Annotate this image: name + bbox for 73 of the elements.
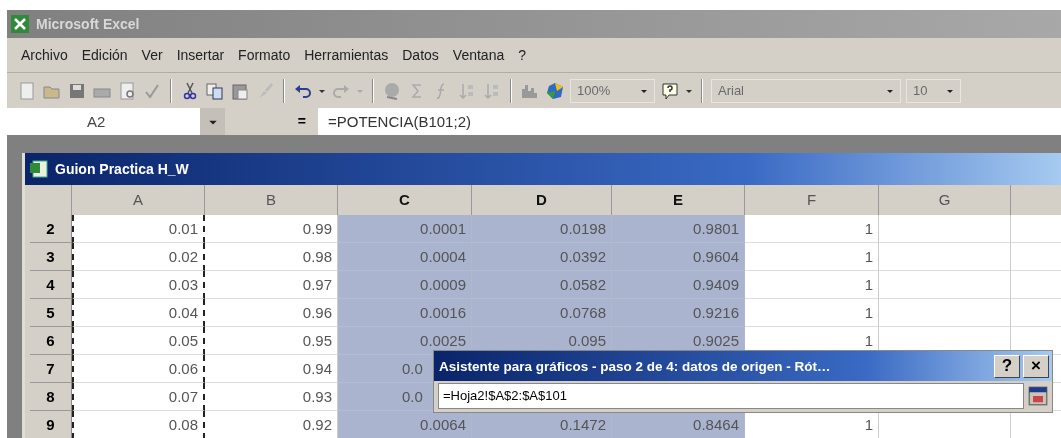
column-header[interactable]: F	[745, 185, 879, 215]
name-box[interactable]: A2	[7, 108, 200, 135]
table-cell: 0.02	[72, 243, 205, 271]
menu-item[interactable]: Insertar	[176, 47, 225, 63]
table-cell: 0.9801	[612, 215, 745, 243]
zoom-dropdown[interactable]: 100%	[570, 78, 655, 103]
table-cell: 0.0582	[472, 271, 612, 299]
globe-icon[interactable]	[382, 80, 402, 101]
table-cell: 0.0198	[472, 215, 612, 243]
dropdown-button[interactable]	[200, 108, 225, 135]
excel-logo-icon	[10, 14, 30, 34]
table-cell: 0.07	[72, 383, 205, 411]
column-header[interactable]: A	[72, 185, 205, 215]
table-cell: 0.0392	[472, 243, 612, 271]
row-header[interactable]: 6	[30, 327, 72, 355]
document-icon[interactable]	[17, 80, 37, 101]
font-dropdown[interactable]: Arial	[711, 78, 901, 103]
table-cell: 1	[745, 299, 879, 327]
table-cell: 0.9409	[612, 271, 745, 299]
menu-item[interactable]: Herramientas	[304, 47, 389, 63]
row-header[interactable]: 5	[30, 299, 72, 327]
table-cell: 0.06	[72, 355, 205, 383]
table-cell: 0.0009	[338, 271, 472, 299]
table-cell: 0.0025	[338, 327, 472, 355]
table-cell: 0.0064	[338, 411, 472, 438]
map-icon[interactable]	[545, 80, 565, 101]
range-field[interactable]: =Hoja2!$A$2:$A$101	[438, 383, 1024, 409]
table-cell: 1	[745, 215, 879, 243]
row-header[interactable]: 3	[30, 243, 72, 271]
help-icon[interactable]	[660, 80, 680, 101]
menu-item[interactable]: ?	[518, 47, 526, 63]
column-header[interactable]: B	[205, 185, 338, 215]
copy-icon[interactable]	[205, 80, 225, 101]
column-header[interactable]: G	[879, 185, 1011, 215]
table-cell: 1	[745, 243, 879, 271]
table-cell: 0.0001	[338, 215, 472, 243]
expand-dialog-icon[interactable]	[1028, 386, 1048, 406]
table-cell: 0.01	[72, 215, 205, 243]
workbook-icon	[29, 159, 49, 179]
menu-item[interactable]: Datos	[402, 47, 439, 63]
row-header[interactable]: 9	[30, 411, 72, 438]
table-cell: 0.1472	[472, 411, 612, 438]
menu-item[interactable]: Ventana	[452, 47, 505, 63]
window-title: Microsoft Excel	[36, 16, 140, 32]
table-cell: 0.8464	[612, 411, 745, 438]
menu-item[interactable]: Ver	[141, 47, 163, 63]
menu-item[interactable]: Archivo	[21, 47, 68, 63]
font-size-dropdown[interactable]: 10	[906, 78, 961, 103]
column-header[interactable]: C	[338, 185, 472, 215]
help-button[interactable]: ?	[994, 354, 1020, 378]
close-button[interactable]: ×	[1023, 354, 1049, 378]
table-cell: 0.04	[72, 299, 205, 327]
column-header[interactable]: D	[472, 185, 612, 215]
table-cell: 0.0768	[472, 299, 612, 327]
table-cell: 0.05	[72, 327, 205, 355]
row-header[interactable]: 8	[30, 383, 72, 411]
table-cell: 0.08	[72, 411, 205, 438]
preview-icon[interactable]	[117, 80, 137, 101]
workbook-title: Guion Practica H_W	[55, 161, 189, 177]
table-cell: 1	[745, 271, 879, 299]
formula-field[interactable]: =POTENCIA(B101;2)	[318, 108, 1061, 135]
equals-sign[interactable]: =	[225, 108, 318, 135]
column-header[interactable]: E	[612, 185, 745, 215]
row-header[interactable]: 7	[30, 355, 72, 383]
table-cell: 0.9604	[612, 243, 745, 271]
table-cell: 0.0016	[338, 299, 472, 327]
row-header[interactable]: 2	[30, 215, 72, 243]
row-header[interactable]: 4	[30, 271, 72, 299]
menu-item[interactable]: Edición	[81, 47, 128, 63]
table-cell: 0.03	[72, 271, 205, 299]
menu-item[interactable]: Formato	[238, 47, 291, 63]
table-cell: 0.9216	[612, 299, 745, 327]
table-cell: 0.0004	[338, 243, 472, 271]
